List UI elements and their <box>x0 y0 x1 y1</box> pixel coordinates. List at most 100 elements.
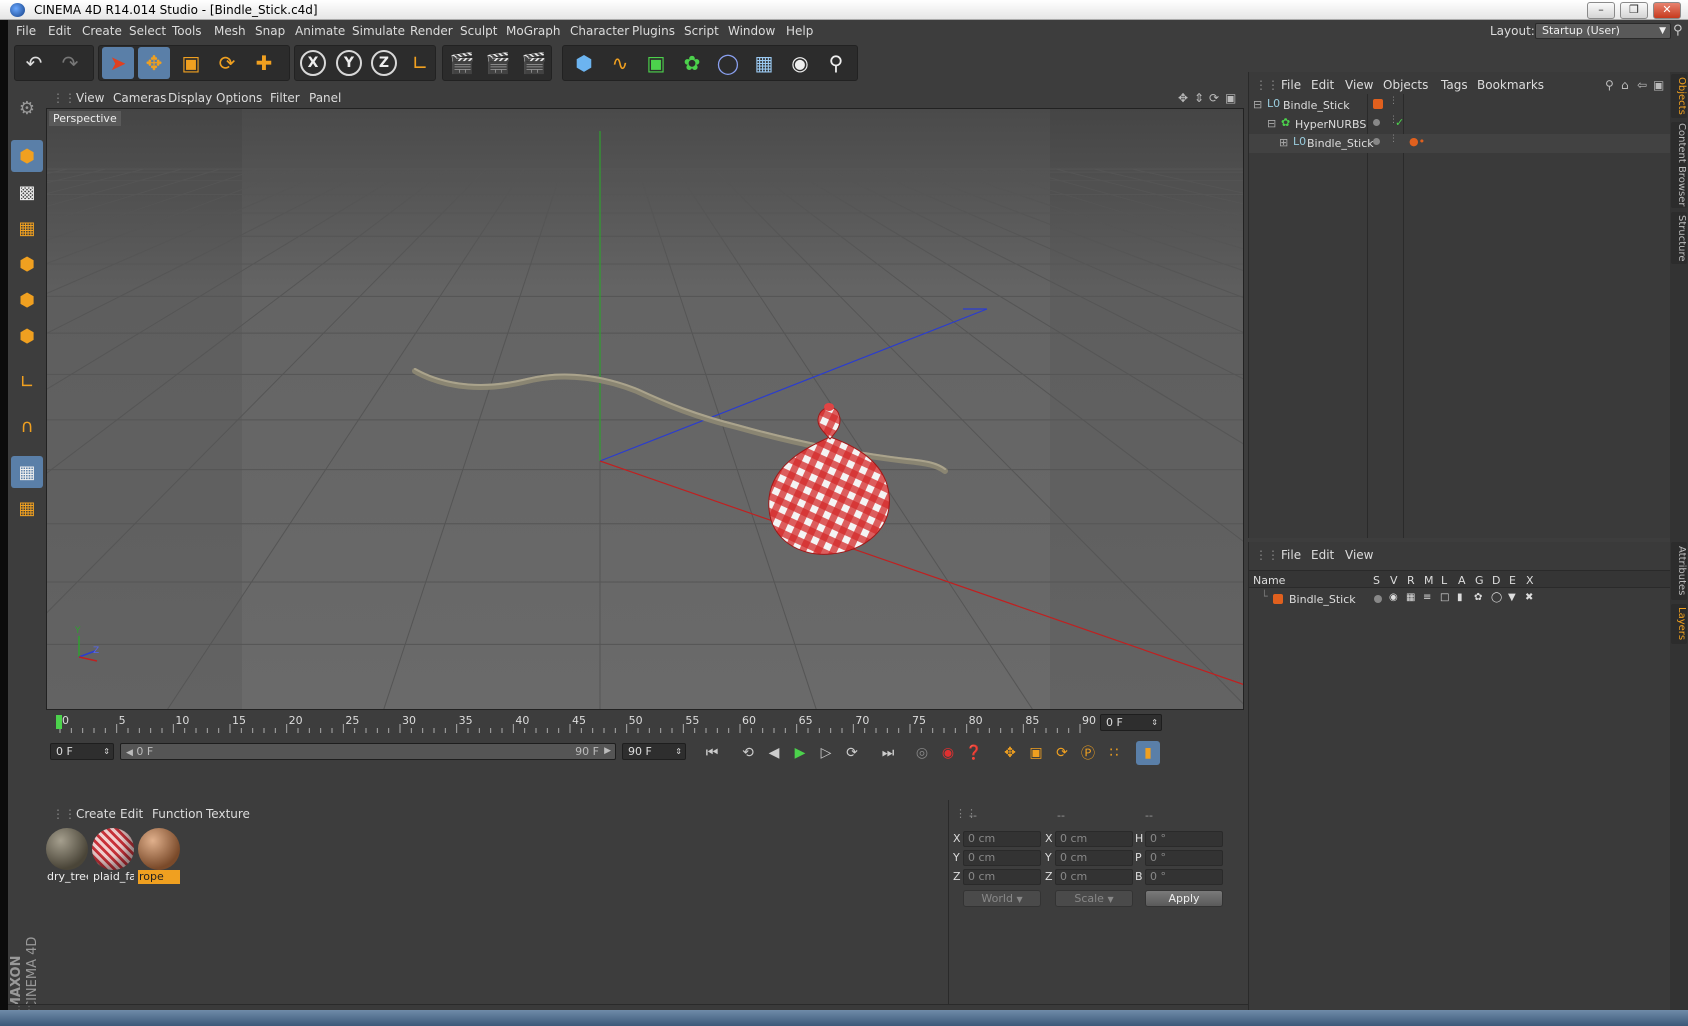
frame-range-slider[interactable]: ◀ 0 F 90 F ▶ <box>120 743 616 760</box>
next-frame-icon[interactable]: ▷ <box>814 741 838 765</box>
collapse-icon[interactable]: ⊟ <box>1253 98 1262 111</box>
record-position-icon[interactable]: ✥ <box>998 741 1022 765</box>
range-right-arrow-icon[interactable]: ▶ <box>604 744 611 759</box>
object-menu-bookmarks[interactable]: Bookmarks <box>1477 78 1544 92</box>
panel-grip-icon[interactable]: ⋮⋮ <box>52 91 76 105</box>
live-selection-icon[interactable]: ➤ <box>102 47 134 79</box>
layer-menu-edit[interactable]: Edit <box>1311 548 1334 562</box>
start-frame-field[interactable]: 0 F ⇕ <box>50 743 114 760</box>
restore-button[interactable]: ❐ <box>1620 2 1648 19</box>
tab-layers[interactable]: Layers <box>1671 604 1687 644</box>
menu-mesh[interactable]: Mesh <box>214 24 246 38</box>
xref-toggle-icon[interactable]: ✖ <box>1525 592 1533 603</box>
menu-snap[interactable]: Snap <box>255 24 285 38</box>
new-window-icon[interactable]: ▣ <box>1653 78 1664 92</box>
object-menu-tags[interactable]: Tags <box>1441 78 1468 92</box>
home-icon[interactable]: ⌂ <box>1621 78 1629 92</box>
menu-select[interactable]: Select <box>129 24 166 38</box>
go-to-start-icon[interactable]: ⏮ <box>700 741 724 765</box>
workplane-lock-icon[interactable]: ▦ <box>11 492 43 524</box>
tab-objects[interactable]: Objects <box>1671 74 1687 118</box>
bindle-bag-model[interactable] <box>768 403 890 555</box>
menu-character[interactable]: Character <box>570 24 629 38</box>
axis-mode-icon[interactable]: ∟ <box>11 366 43 398</box>
visibility-dots-icon[interactable]: ⋮ <box>1389 134 1398 144</box>
coordinate-space-select[interactable]: World ▼ <box>963 890 1041 907</box>
floor-icon[interactable]: ▦ <box>748 47 780 79</box>
x-axis-lock-icon[interactable]: X <box>300 50 326 76</box>
keyframe-selection-icon[interactable]: ❓ <box>962 741 986 765</box>
tab-structure[interactable]: Structure <box>1671 212 1687 264</box>
column-view[interactable]: V <box>1390 574 1398 587</box>
play-icon[interactable]: ▶ <box>788 741 812 765</box>
menu-window[interactable]: Window <box>728 24 775 38</box>
menu-animate[interactable]: Animate <box>295 24 345 38</box>
rotate-tool-icon[interactable]: ⟳ <box>211 47 243 79</box>
panel-grip-icon[interactable]: ⋮⋮ <box>52 807 76 821</box>
search-icon[interactable]: ⚲ <box>1673 23 1683 38</box>
pos-y-field[interactable]: 0 cm <box>963 850 1041 866</box>
perspective-viewport[interactable]: Y Z Perspective <box>46 108 1244 710</box>
next-key-icon[interactable]: ⟳ <box>840 741 864 765</box>
pos-x-field[interactable]: 0 cm <box>963 831 1041 847</box>
coordinate-system-icon[interactable]: ∟ <box>404 47 436 79</box>
column-manager[interactable]: M <box>1424 574 1434 587</box>
object-menu-edit[interactable]: Edit <box>1311 78 1334 92</box>
viewport-maximize-icon[interactable]: ▣ <box>1225 91 1236 105</box>
material-swatch[interactable]: rope <box>138 828 180 884</box>
menu-sculpt[interactable]: Sculpt <box>460 24 497 38</box>
menu-mograph[interactable]: MoGraph <box>506 24 561 38</box>
undo-icon[interactable]: ↶ <box>18 47 50 79</box>
record-parameters-icon[interactable]: Ⓟ <box>1076 741 1100 765</box>
menu-edit[interactable]: Edit <box>48 24 71 38</box>
menu-tools[interactable]: Tools <box>172 24 202 38</box>
layer-menu-file[interactable]: File <box>1281 548 1301 562</box>
render-view-icon[interactable]: 🎬 <box>446 47 478 79</box>
animation-toggle-icon[interactable]: ▮ <box>1457 592 1463 603</box>
y-axis-lock-icon[interactable]: Y <box>336 50 362 76</box>
snap-lock-icon[interactable]: ▦ <box>11 456 43 488</box>
camera-icon[interactable]: ◉ <box>784 47 816 79</box>
object-menu-objects[interactable]: Objects <box>1383 78 1428 92</box>
layer-color-swatch[interactable] <box>1373 99 1383 109</box>
column-xref[interactable]: X <box>1526 574 1534 587</box>
rot-h-field[interactable]: 0 ° <box>1145 831 1223 847</box>
menu-create[interactable]: Create <box>82 24 122 38</box>
panel-grip-icon[interactable]: ⋮⋮ <box>1255 78 1279 92</box>
z-axis-lock-icon[interactable]: Z <box>371 50 397 76</box>
magnet-icon[interactable]: ∩ <box>11 410 43 442</box>
record-pla-icon[interactable]: ∷ <box>1102 741 1126 765</box>
menu-simulate[interactable]: Simulate <box>352 24 405 38</box>
column-deformers[interactable]: D <box>1492 574 1500 587</box>
column-solo[interactable]: S <box>1373 574 1380 587</box>
object-row[interactable]: ⊟ ✿ HyperNURBS ⋮ ✓ <box>1249 115 1671 134</box>
size-y-field[interactable]: 0 cm <box>1055 850 1133 866</box>
material-swatch[interactable]: dry_tree <box>46 828 88 884</box>
close-button[interactable]: ✕ <box>1653 2 1681 19</box>
column-render[interactable]: R <box>1407 574 1415 587</box>
texture-mode-icon[interactable]: ▩ <box>11 176 43 208</box>
minimize-button[interactable]: – <box>1587 2 1615 19</box>
viewport-menu-cameras[interactable]: Cameras <box>113 91 166 105</box>
render-picture-viewer-icon[interactable]: 🎬 <box>482 47 514 79</box>
column-expressions[interactable]: E <box>1509 574 1516 587</box>
deformers-toggle-icon[interactable]: ◯ <box>1491 592 1502 603</box>
tab-content-browser[interactable]: Content Browser <box>1671 122 1687 208</box>
layer-color-swatch[interactable] <box>1273 594 1283 604</box>
workplane-mode-icon[interactable]: ▦ <box>11 212 43 244</box>
lock-toggle-icon[interactable]: □ <box>1440 592 1449 603</box>
viewport-zoom-icon[interactable]: ⇕ <box>1194 91 1204 105</box>
visibility-dots-icon[interactable]: ⋮ <box>1389 96 1398 106</box>
rot-b-field[interactable]: 0 ° <box>1145 869 1223 885</box>
nurbs-icon[interactable]: ▣ <box>640 47 672 79</box>
panel-grip-icon[interactable]: ⋮⋮ <box>1255 548 1279 562</box>
menu-render[interactable]: Render <box>410 24 453 38</box>
layer-dot[interactable] <box>1373 119 1380 126</box>
record-scale-icon[interactable]: ▣ <box>1024 741 1048 765</box>
polygons-mode-icon[interactable]: ⬢ <box>11 320 43 352</box>
current-frame-field[interactable]: 0 F ⇕ <box>1100 714 1162 731</box>
deformer-icon[interactable]: ◯ <box>712 47 744 79</box>
scale-tool-icon[interactable]: ▣ <box>175 47 207 79</box>
go-to-end-icon[interactable]: ⏭ <box>876 741 900 765</box>
enabled-check-icon[interactable]: ✓ <box>1395 116 1404 129</box>
